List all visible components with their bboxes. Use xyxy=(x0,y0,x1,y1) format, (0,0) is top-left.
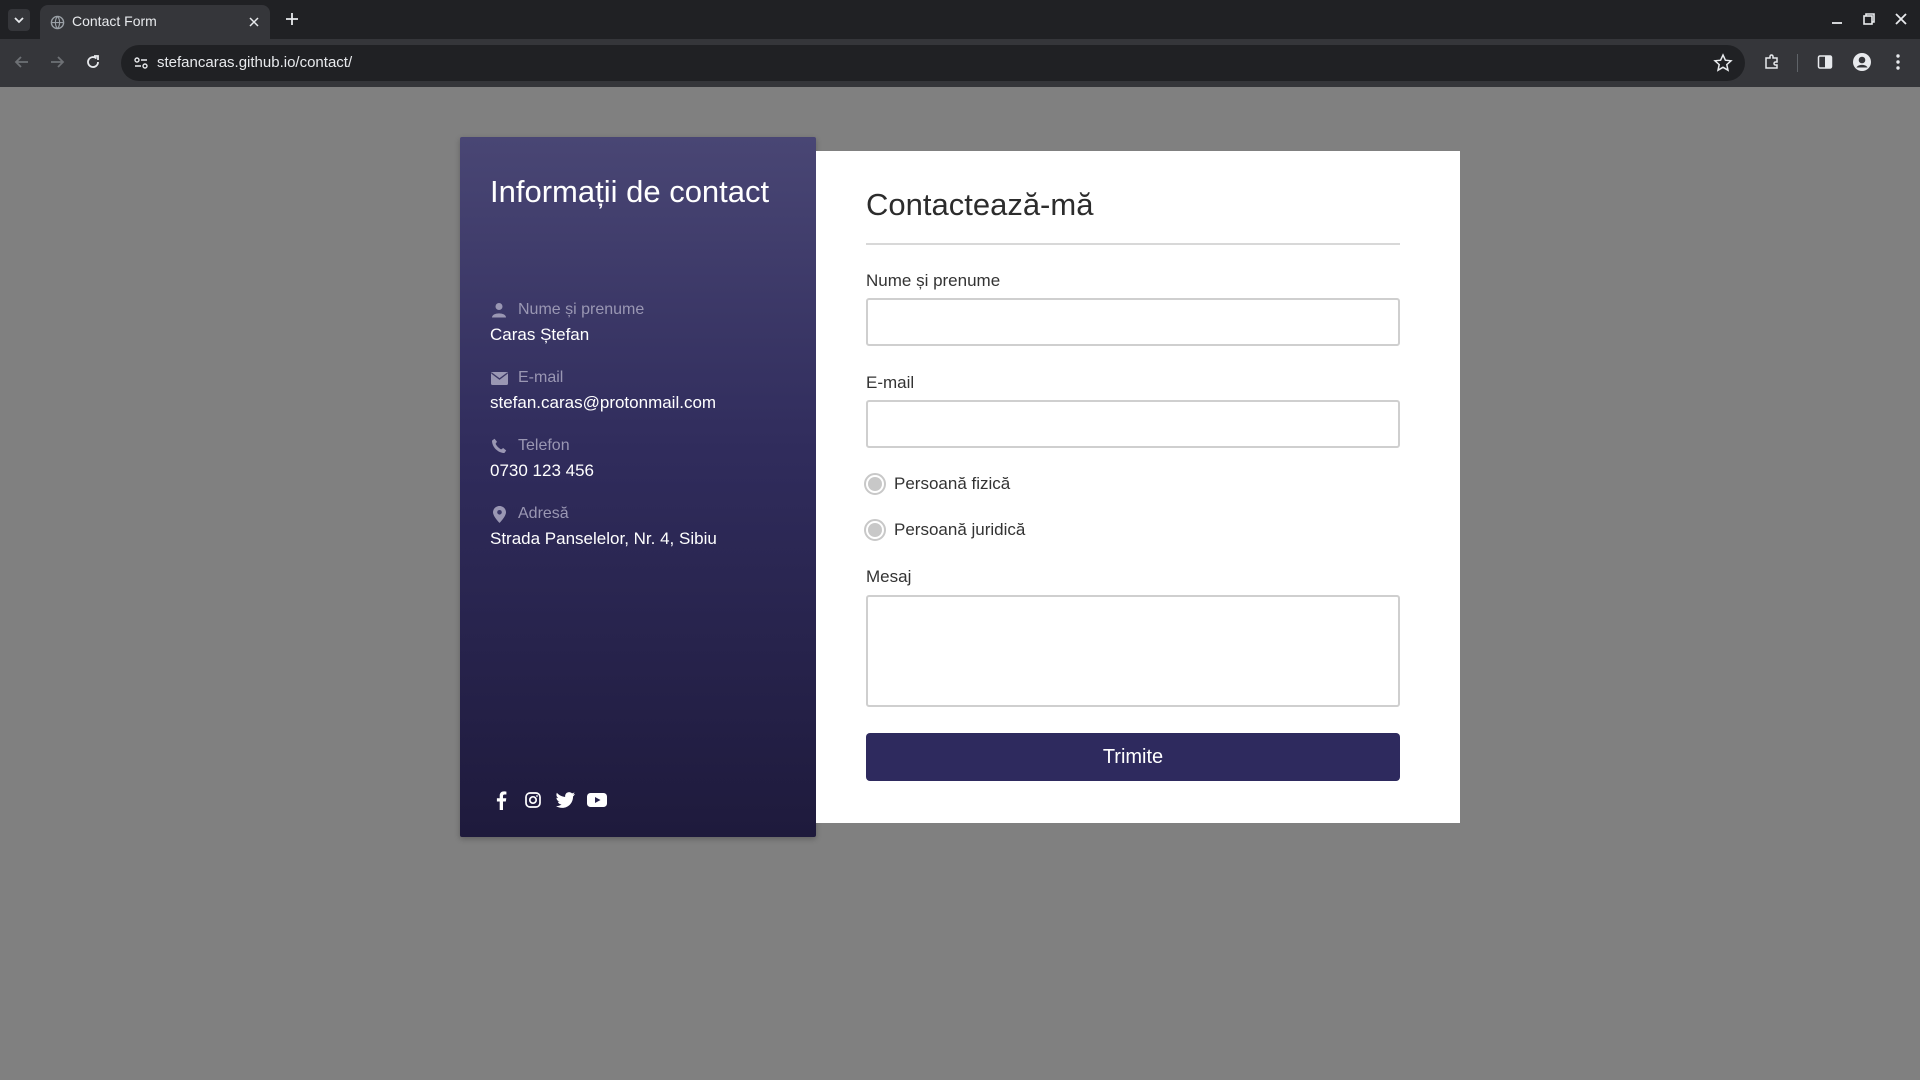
tab-close-button[interactable] xyxy=(246,14,262,30)
arrow-right-icon xyxy=(51,56,65,68)
form-title: Contactează-mă xyxy=(866,187,1094,222)
info-item-name: Nume și prenume Caras Ștefan xyxy=(490,299,800,345)
new-tab-button[interactable] xyxy=(282,9,302,29)
contact-info-panel: Informații de contact Nume și prenume Ca… xyxy=(460,137,816,837)
minimize-icon xyxy=(1832,22,1842,24)
close-window-button[interactable] xyxy=(1892,10,1910,28)
name-field[interactable] xyxy=(866,298,1400,346)
twitter-icon[interactable] xyxy=(554,789,576,811)
site-settings-icon xyxy=(134,57,148,69)
info-value-address: Strada Panselelor, Nr. 4, Sibiu xyxy=(490,529,717,548)
title-divider xyxy=(866,243,1400,245)
radio-persoana-fizica[interactable]: Persoană fizică xyxy=(864,473,1010,495)
side-panel-button[interactable] xyxy=(1815,52,1835,72)
info-item-address: Adresă Strada Panselelor, Nr. 4, Sibiu xyxy=(490,503,800,549)
toolbar-divider xyxy=(1797,54,1798,72)
puzzle-icon xyxy=(1765,54,1778,69)
reload-button[interactable] xyxy=(82,51,104,73)
arrow-left-icon xyxy=(14,56,28,68)
chevron-down-icon xyxy=(14,17,24,24)
info-item-email: E-mail stefan.caras@protonmail.com xyxy=(490,367,800,413)
url-text: stefancaras.github.io/contact/ xyxy=(157,54,353,71)
info-label: Telefon xyxy=(518,437,570,454)
social-links xyxy=(490,789,608,811)
message-field-label: Mesaj xyxy=(866,567,912,586)
info-label: Nume și prenume xyxy=(518,301,645,318)
back-button[interactable] xyxy=(11,51,33,73)
info-title: Informații de contact xyxy=(490,174,770,209)
info-item-phone: Telefon 0730 123 456 xyxy=(490,435,800,481)
instagram-icon[interactable] xyxy=(522,789,544,811)
browser-toolbar: stefancaras.github.io/contact/ xyxy=(0,39,1920,87)
info-value-phone: 0730 123 456 xyxy=(490,461,594,480)
globe-icon xyxy=(50,15,65,30)
restore-button[interactable] xyxy=(1860,10,1878,28)
address-bar[interactable]: stefancaras.github.io/contact/ xyxy=(121,45,1745,81)
kebab-menu-icon xyxy=(1896,54,1900,70)
name-field-label: Nume și prenume xyxy=(866,271,1001,290)
minimize-button[interactable] xyxy=(1828,10,1846,28)
youtube-icon[interactable] xyxy=(586,789,608,811)
forward-button[interactable] xyxy=(46,51,68,73)
side-panel-icon xyxy=(1817,55,1833,69)
phone-icon xyxy=(490,437,508,455)
submit-button[interactable]: Trimite xyxy=(866,733,1400,781)
tab-search-button[interactable] xyxy=(8,9,30,31)
bookmark-star-icon[interactable] xyxy=(1713,53,1733,73)
reload-icon xyxy=(87,55,99,68)
info-label: E-mail xyxy=(518,369,564,386)
close-icon xyxy=(1895,13,1907,25)
email-field[interactable] xyxy=(866,400,1400,448)
facebook-icon[interactable] xyxy=(490,789,512,811)
browser-tabstrip: Contact Form xyxy=(0,0,1920,39)
info-label-row: Nume și prenume xyxy=(490,299,800,321)
profile-button[interactable] xyxy=(1852,52,1872,72)
radio-label: Persoană fizică xyxy=(894,474,1011,493)
radio-button[interactable] xyxy=(864,519,886,541)
message-field[interactable] xyxy=(866,595,1400,707)
restore-icon xyxy=(1863,13,1875,25)
contact-form-card: Contactează-mă Nume și prenume E-mail Pe… xyxy=(816,151,1460,823)
info-label-row: Adresă xyxy=(490,503,800,525)
tab-title: Contact Form xyxy=(72,13,157,29)
plus-icon xyxy=(286,13,298,25)
radio-button[interactable] xyxy=(864,473,886,495)
info-label: Adresă xyxy=(518,505,569,522)
info-value-email: stefan.caras@protonmail.com xyxy=(490,393,717,412)
user-icon xyxy=(490,301,508,319)
info-label-row: E-mail xyxy=(490,367,800,389)
map-pin-icon xyxy=(490,505,508,523)
email-field-label: E-mail xyxy=(866,373,915,392)
close-icon xyxy=(249,17,259,27)
profile-avatar-icon xyxy=(1853,53,1871,71)
radio-persoana-juridica[interactable]: Persoană juridică xyxy=(864,519,1025,541)
extensions-button[interactable] xyxy=(1762,52,1782,72)
browser-menu-button[interactable] xyxy=(1888,52,1908,72)
radio-label: Persoană juridică xyxy=(894,520,1026,539)
info-label-row: Telefon xyxy=(490,435,800,457)
info-value-name: Caras Ștefan xyxy=(490,325,590,344)
browser-tab-active[interactable]: Contact Form xyxy=(40,5,270,39)
envelope-icon xyxy=(490,369,508,387)
